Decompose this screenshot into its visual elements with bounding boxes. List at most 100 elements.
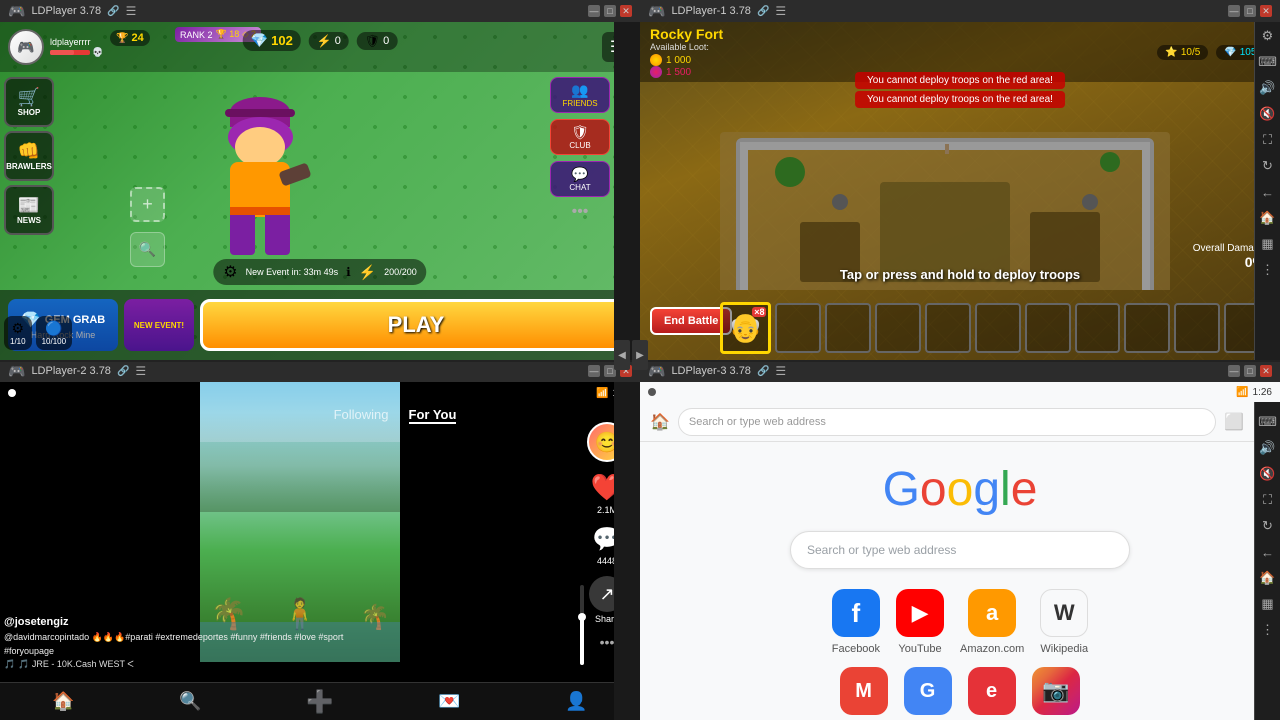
p1-menu-icon[interactable]: ☰ [126, 4, 137, 18]
p2-maximize-btn[interactable]: □ [1244, 5, 1256, 17]
tiktok-nav-add[interactable]: ➕ [306, 689, 333, 715]
coc-sidebar-back[interactable]: ← [1258, 182, 1278, 202]
p3-link-icon: 🔗 [117, 366, 129, 377]
google-l: l [1000, 463, 1011, 516]
chrome-sidebar-expand[interactable]: ⛶ [1258, 490, 1278, 510]
coc-sidebar-volume[interactable]: 🔊 [1258, 78, 1278, 98]
chrome-search-input[interactable]: Search or type web address [790, 531, 1130, 569]
coc-troop-slot-3[interactable] [825, 303, 871, 353]
coc-troop-slot-10[interactable] [1174, 303, 1220, 353]
bs-news-btn[interactable]: 📰 NEWS [4, 185, 54, 235]
bs-left-menu: 🛒 SHOP 👊 BRAWLERS 📰 NEWS [4, 77, 54, 235]
chrome-sidebar-mute[interactable]: 🔇 [1258, 464, 1278, 484]
p2-close-btn[interactable]: ✕ [1260, 5, 1272, 17]
tiktok-nav-home[interactable]: 🏠 [52, 691, 74, 712]
google-logo: Google [883, 462, 1038, 517]
p1-title: LDPlayer 3.78 [31, 5, 101, 17]
coc-troop-slot-8[interactable] [1075, 303, 1121, 353]
tiktok-more-btn[interactable]: ••• [600, 634, 615, 650]
chrome-sidebar-apps[interactable]: ▦ [1258, 594, 1278, 614]
coc-sidebar-mute[interactable]: 🔇 [1258, 104, 1278, 124]
p4-menu-icon[interactable]: ☰ [775, 364, 786, 378]
p2-menu-icon[interactable]: ☰ [775, 4, 786, 18]
p4-link-icon: 🔗 [757, 366, 769, 377]
coc-troop-slot-9[interactable] [1124, 303, 1170, 353]
bs-gem-val: 102 [271, 33, 293, 48]
collapse-left-arrow[interactable]: ◀ [614, 340, 630, 370]
panel-chrome: 🎮 LDPlayer-3 3.78 🔗 ☰ — □ ✕ 📶 1:26 [640, 360, 1280, 720]
p3-minimize-btn[interactable]: — [588, 365, 600, 377]
tiktok-status-bar: 📶 1:26 [0, 382, 640, 404]
bs-settings-badge[interactable]: ⚙ 1/10 [4, 316, 32, 350]
tiktok-music-info: 🎵 🎵 JRE - 10K.Cash WEST ᐸ [4, 659, 520, 670]
coc-troops-bar: 👴 ×8 [720, 300, 1270, 355]
bs-chat-btn[interactable]: 💬 CHAT [550, 161, 610, 197]
chrome-home-btn[interactable]: 🏠 [650, 412, 670, 432]
chrome-time: 1:26 [1253, 387, 1272, 398]
bs-add-btn[interactable]: + [130, 187, 165, 222]
coc-sidebar-rotate[interactable]: ↻ [1258, 156, 1278, 176]
chrome-sidebar-rotate[interactable]: ↻ [1258, 516, 1278, 536]
coc-sidebar-dots[interactable]: ⋮ [1258, 260, 1278, 280]
p1-maximize-btn[interactable]: □ [604, 5, 616, 17]
bs-brawlers-btn[interactable]: 👊 BRAWLERS [4, 131, 54, 181]
coc-sidebar-expand[interactable]: ⛶ [1258, 130, 1278, 150]
coc-troop-slot-7[interactable] [1025, 303, 1071, 353]
p3-menu-icon[interactable]: ☰ [135, 364, 146, 378]
chrome-sidebar-dots[interactable]: ⋮ [1258, 620, 1278, 640]
bs-play-btn[interactable]: PLAY [200, 299, 632, 351]
tiktok-tab-following[interactable]: Following [334, 407, 389, 424]
coc-sidebar-keyboard[interactable]: ⌨ [1258, 52, 1278, 72]
chrome-sidebar-keyboard[interactable]: ⌨ [1258, 412, 1278, 432]
coc-sidebar-settings[interactable]: ⚙ [1258, 26, 1278, 46]
shortcut-instagram[interactable]: 📷 Instagram [1032, 667, 1081, 720]
p4-minimize-btn[interactable]: — [1228, 365, 1240, 377]
coc-troop-slot-2[interactable] [775, 303, 821, 353]
bs-more-btn[interactable]: ••• [550, 203, 610, 221]
chrome-tab-icon[interactable]: ⬜ [1224, 412, 1244, 432]
shortcut-facebook[interactable]: f Facebook [832, 589, 880, 655]
p2-title: LDPlayer-1 3.78 [671, 5, 751, 17]
p1-close-btn[interactable]: ✕ [620, 5, 632, 17]
chrome-sidebar-home[interactable]: 🏠 [1258, 568, 1278, 588]
bs-avatar: 🎮 [8, 29, 44, 65]
tiktok-tab-foryou[interactable]: For You [409, 407, 457, 424]
coc-sidebar-home[interactable]: 🏠 [1258, 208, 1278, 228]
bs-search-btn[interactable]: 🔍 [130, 232, 165, 267]
bs-friends-btn[interactable]: 👥 FRIENDS [550, 77, 610, 113]
coc-sidebar-apps[interactable]: ▦ [1258, 234, 1278, 254]
shortcut-wikipedia[interactable]: W Wikipedia [1040, 589, 1088, 655]
tiktok-username: @josetengiz [4, 616, 520, 628]
shortcut-amazon[interactable]: a Amazon.com [960, 589, 1024, 655]
p1-minimize-btn[interactable]: — [588, 5, 600, 17]
bs-shop-btn[interactable]: 🛒 SHOP [4, 77, 54, 127]
tiktok-tags: #foryoupage [4, 646, 520, 656]
tiktok-nav-profile[interactable]: 👤 [565, 691, 587, 712]
brawlstars-game-area: 🎮 ldplayerrrr 💀 🏆 24 [0, 22, 640, 360]
chrome-status-bar: 📶 1:26 [640, 382, 1280, 402]
chrome-sidebar-volume[interactable]: 🔊 [1258, 438, 1278, 458]
coc-troop-slot-5[interactable] [925, 303, 971, 353]
bs-new-event-badge[interactable]: NEW EVENT! [124, 299, 194, 351]
coc-troop-slot-active[interactable]: 👴 ×8 [720, 302, 771, 354]
shortcut-ebay[interactable]: e eBay [968, 667, 1016, 720]
shortcut-gmail[interactable]: M Gmail [840, 667, 888, 720]
bs-club-btn[interactable]: 🛡 CLUB [550, 119, 610, 155]
p2-minimize-btn[interactable]: — [1228, 5, 1240, 17]
shortcut-google[interactable]: G Google [904, 667, 952, 720]
tiktok-nav-search[interactable]: 🔍 [179, 691, 201, 712]
shortcut-wikipedia-label: Wikipedia [1040, 643, 1088, 655]
tiktok-app-area: 📶 1:26 🧍 🌴 🌴 Following [0, 382, 640, 720]
ebay-icon: e [968, 667, 1016, 715]
bs-token-badge[interactable]: 🔵 10/100 [36, 316, 72, 350]
tiktok-nav-inbox[interactable]: 💌 [438, 691, 460, 712]
shortcut-youtube[interactable]: ▶ YouTube [896, 589, 944, 655]
chrome-url-bar[interactable]: Search or type web address [678, 408, 1216, 436]
collapse-right-arrow[interactable]: ▶ [632, 340, 648, 370]
tiktok-volume-thumb[interactable] [578, 613, 586, 621]
chrome-sidebar-back[interactable]: ← [1258, 542, 1278, 562]
p4-maximize-btn[interactable]: □ [1244, 365, 1256, 377]
coc-troop-slot-6[interactable] [975, 303, 1021, 353]
coc-troop-slot-4[interactable] [875, 303, 921, 353]
p4-close-btn[interactable]: ✕ [1260, 365, 1272, 377]
